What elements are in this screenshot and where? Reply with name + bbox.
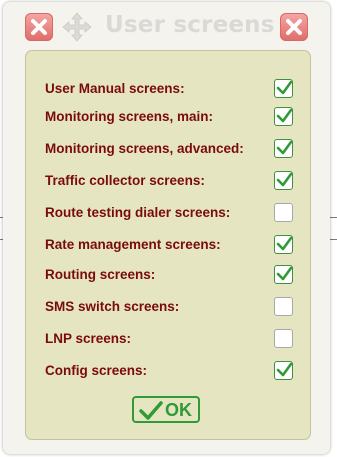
option-checkbox[interactable] [274, 79, 293, 98]
close-icon[interactable] [25, 13, 53, 41]
checkmark-icon [276, 362, 293, 377]
option-label: SMS switch screens: [45, 299, 180, 314]
option-label: Monitoring screens, main: [45, 109, 214, 124]
option-label: Monitoring screens, advanced: [45, 141, 244, 156]
option-row-user-manual: User Manual screens: [26, 77, 310, 103]
ok-label: OK [165, 400, 192, 420]
options-panel: User Manual screens: Monitoring screens,… [25, 50, 311, 440]
dialog-title: User screens [105, 12, 275, 38]
option-checkbox[interactable] [274, 139, 293, 158]
option-label: LNP screens: [45, 331, 132, 346]
option-row-config: Config screens: [26, 359, 310, 385]
option-label: Route testing dialer screens: [45, 205, 231, 220]
option-checkbox[interactable] [274, 329, 293, 348]
option-row-sms-switch: SMS switch screens: [26, 295, 310, 321]
close-icon[interactable] [280, 13, 308, 41]
checkmark-icon [276, 236, 293, 251]
checkmark-icon [276, 172, 293, 187]
option-label: Traffic collector screens: [45, 173, 205, 188]
option-label: Routing screens: [45, 267, 156, 282]
option-checkbox[interactable] [274, 265, 293, 284]
option-row-routing: Routing screens: [26, 263, 310, 289]
option-row-lnp: LNP screens: [26, 327, 310, 353]
option-checkbox[interactable] [274, 361, 293, 380]
option-row-traffic-collector: Traffic collector screens: [26, 169, 310, 195]
option-checkbox[interactable] [274, 235, 293, 254]
checkmark-icon [276, 140, 293, 155]
option-label: Rate management screens: [45, 237, 221, 252]
checkmark-icon [276, 80, 293, 95]
option-checkbox[interactable] [274, 107, 293, 126]
option-checkbox[interactable] [274, 203, 293, 222]
move-icon[interactable] [61, 11, 93, 43]
checkmark-icon [139, 401, 163, 420]
option-label: User Manual screens: [45, 81, 185, 96]
user-screens-dialog: User screens User Manual screens: Monito… [3, 2, 330, 454]
option-label: Config screens: [45, 363, 148, 378]
checkmark-icon [276, 108, 293, 123]
title-bar: User screens [3, 2, 330, 50]
checkmark-icon [276, 266, 293, 281]
ok-button[interactable]: OK [132, 396, 200, 423]
option-checkbox[interactable] [274, 297, 293, 316]
option-row-route-testing-dialer: Route testing dialer screens: [26, 201, 310, 227]
option-row-rate-management: Rate management screens: [26, 233, 310, 259]
option-checkbox[interactable] [274, 171, 293, 190]
option-row-monitoring-advanced: Monitoring screens, advanced: [26, 137, 310, 163]
option-row-monitoring-main: Monitoring screens, main: [26, 105, 310, 131]
